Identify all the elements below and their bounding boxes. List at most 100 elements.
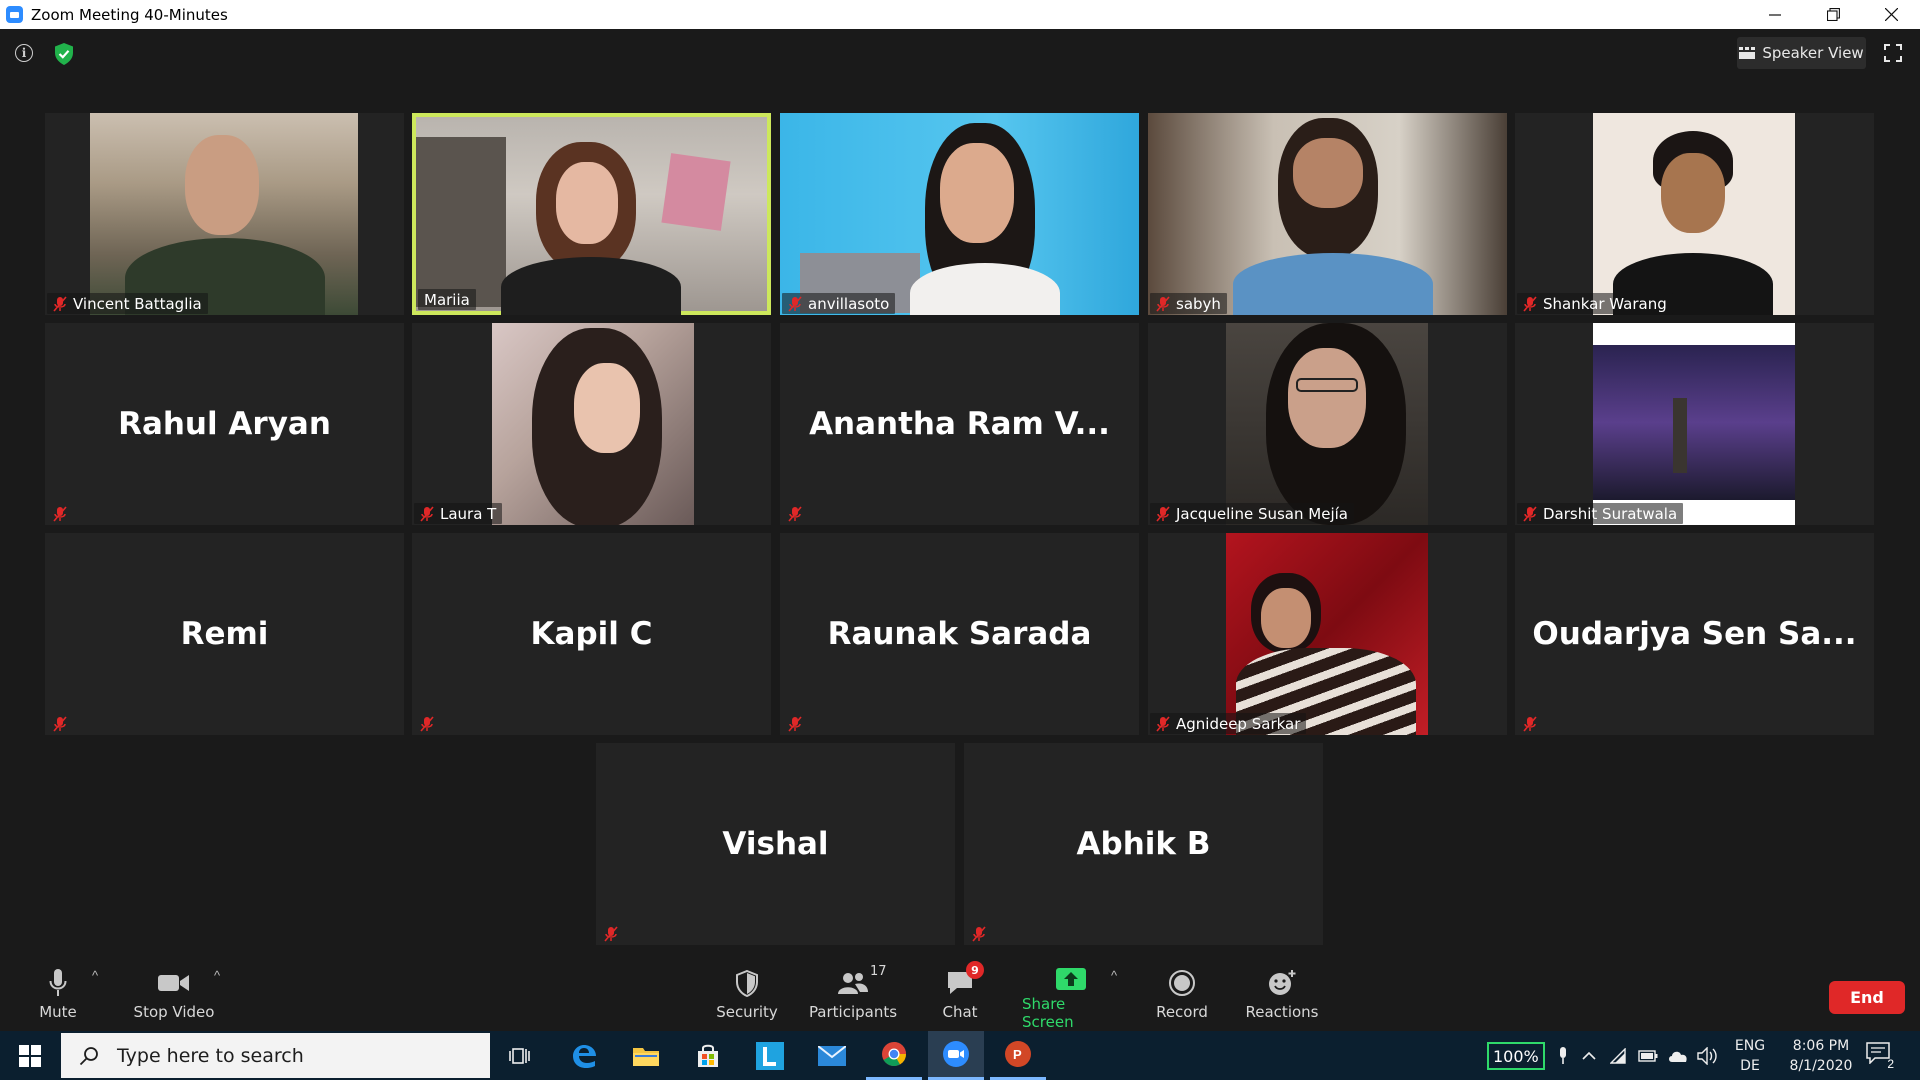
taskbar-mail[interactable]: [804, 1031, 860, 1080]
participant-tile[interactable]: Jacqueline Susan Mejía: [1148, 323, 1507, 525]
chat-button[interactable]: 9 Chat: [935, 955, 985, 1031]
meeting-info-icon[interactable]: i: [15, 44, 33, 62]
participant-tile[interactable]: Darshit Suratwala: [1515, 323, 1874, 525]
volume-tray-icon[interactable]: [1697, 1045, 1719, 1067]
muted-mic-icon: [1523, 715, 1537, 732]
speaker-volume-icon: [1697, 1047, 1717, 1065]
search-icon: [79, 1046, 98, 1065]
participant-tile[interactable]: Vincent Battaglia: [45, 113, 404, 315]
participant-tile[interactable]: Remi: [45, 533, 404, 735]
share-screen-label: Share Screen: [1022, 995, 1074, 1031]
taskbar-store[interactable]: [680, 1031, 736, 1080]
taskbar-zoom[interactable]: [928, 1031, 984, 1080]
participants-icon: [838, 973, 868, 994]
close-button[interactable]: [1862, 0, 1920, 29]
participant-video: [1593, 113, 1795, 315]
store-bag-icon: [698, 1044, 718, 1067]
chat-unread-badge: 9: [966, 961, 984, 979]
participant-tile[interactable]: Abhik B: [964, 743, 1323, 945]
participant-tile[interactable]: Anantha Ram V...: [780, 323, 1139, 525]
record-label: Record: [1156, 1003, 1208, 1021]
onedrive-tray-icon[interactable]: [1667, 1045, 1689, 1067]
chevron-up-icon: [1582, 1051, 1596, 1060]
participant-name-placeholder: Anantha Ram V...: [809, 406, 1110, 442]
action-center-button[interactable]: 2: [1866, 1042, 1896, 1071]
stop-video-button[interactable]: Stop Video: [133, 955, 215, 1031]
participant-name-placeholder: Remi: [180, 616, 269, 652]
record-button[interactable]: Record: [1156, 955, 1208, 1031]
wifi-tray-icon[interactable]: [1608, 1045, 1630, 1067]
participant-name-placeholder: Raunak Sarada: [827, 616, 1092, 652]
participant-name: Agnideep Sarkar: [1176, 714, 1301, 733]
muted-mic-icon: [1156, 295, 1170, 312]
restore-button[interactable]: [1804, 0, 1862, 29]
participant-name: Vincent Battaglia: [73, 294, 202, 313]
reactions-button[interactable]: Reactions: [1246, 955, 1318, 1031]
taskbar-chrome[interactable]: [866, 1031, 922, 1080]
windows-logo-icon: [19, 1044, 41, 1067]
minimize-button[interactable]: [1746, 0, 1804, 29]
participant-name: Mariia: [424, 290, 470, 309]
input-language-indicator[interactable]: ENG DE: [1733, 1036, 1767, 1076]
participant-video: [780, 113, 1139, 315]
participant-label: [782, 713, 808, 734]
muted-mic-icon: [53, 295, 67, 312]
participants-button[interactable]: 17 Participants: [806, 955, 900, 1031]
fullscreen-icon[interactable]: [1884, 44, 1902, 62]
participant-video: [416, 117, 767, 315]
share-screen-button[interactable]: Share Screen: [1022, 955, 1120, 1031]
participant-tile[interactable]: Oudarjya Sen Sa...: [1515, 533, 1874, 735]
muted-mic-icon: [1523, 505, 1537, 522]
participant-tile[interactable]: Shankar Warang: [1515, 113, 1874, 315]
mute-label: Mute: [39, 1003, 77, 1021]
participant-tile[interactable]: anvillasoto: [780, 113, 1139, 315]
participant-tile[interactable]: Kapil C: [412, 533, 771, 735]
muted-mic-icon: [1156, 715, 1170, 732]
participant-label: Laura T: [414, 503, 503, 524]
taskbar-powerpoint[interactable]: P: [990, 1031, 1046, 1080]
taskbar-file-explorer[interactable]: [618, 1031, 674, 1080]
participant-tile[interactable]: Laura T: [412, 323, 771, 525]
participant-label: anvillasoto: [782, 293, 896, 314]
participant-name-placeholder: Abhik B: [1076, 826, 1211, 862]
video-options-caret-icon[interactable]: ^: [214, 968, 220, 983]
participant-tile[interactable]: Raunak Sarada: [780, 533, 1139, 735]
meeting-toolbar: Mute ^ Stop Video ^ Security 17 Particip…: [0, 955, 1920, 1031]
participant-tile[interactable]: Vishal: [596, 743, 955, 945]
muted-mic-icon: [788, 295, 802, 312]
battery-icon: [1638, 1050, 1658, 1062]
taskbar-l-app[interactable]: [742, 1031, 798, 1080]
minimize-icon: [1769, 13, 1781, 16]
audio-options-caret-icon[interactable]: ^: [92, 968, 98, 983]
participant-tile[interactable]: Rahul Aryan: [45, 323, 404, 525]
security-button[interactable]: Security: [710, 955, 784, 1031]
task-view-button[interactable]: [492, 1031, 548, 1080]
participant-label: [47, 713, 73, 734]
taskbar-clock[interactable]: 8:06 PM 8/1/2020: [1776, 1036, 1866, 1076]
stop-video-label: Stop Video: [133, 1003, 215, 1021]
show-hidden-icons-button[interactable]: [1578, 1045, 1600, 1067]
speaker-view-label: Speaker View: [1762, 44, 1864, 62]
participant-label: [47, 503, 73, 524]
participant-label: Mariia: [418, 289, 476, 310]
participant-tile-active-speaker[interactable]: Mariia: [412, 113, 771, 315]
clock-date: 8/1/2020: [1789, 1058, 1853, 1074]
speaker-view-button[interactable]: Speaker View: [1737, 37, 1866, 69]
mute-button[interactable]: Mute: [30, 955, 86, 1031]
pen-tray-icon[interactable]: [1552, 1045, 1574, 1067]
participant-label: Darshit Suratwala: [1517, 503, 1684, 524]
taskbar-edge[interactable]: [556, 1031, 612, 1080]
search-placeholder: Type here to search: [117, 1044, 304, 1067]
participant-tile[interactable]: Agnideep Sarkar: [1148, 533, 1507, 735]
encryption-shield-icon[interactable]: [54, 43, 74, 65]
end-meeting-button[interactable]: End: [1829, 981, 1905, 1014]
zoom-app-taskbar-icon: [943, 1041, 969, 1067]
share-options-caret-icon[interactable]: ^: [1111, 968, 1117, 983]
muted-mic-icon: [420, 505, 434, 522]
participant-tile[interactable]: sabyh: [1148, 113, 1507, 315]
participant-video: [1226, 323, 1428, 525]
battery-tray-icon[interactable]: [1637, 1045, 1659, 1067]
taskbar-search-box[interactable]: Type here to search: [61, 1033, 490, 1078]
start-button[interactable]: [0, 1031, 60, 1080]
chrome-browser-icon: [882, 1042, 906, 1067]
